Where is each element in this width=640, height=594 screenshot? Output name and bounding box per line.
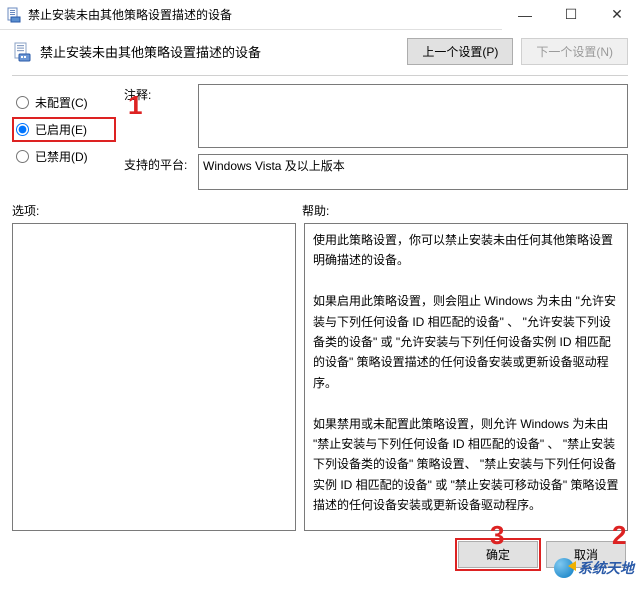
maximize-button[interactable]: ☐ <box>548 0 594 30</box>
comment-field[interactable] <box>198 84 628 148</box>
watermark-text: 系统天地 <box>578 558 634 578</box>
labels-row: 选项: 帮助: <box>0 198 640 223</box>
radio-enabled-input[interactable] <box>16 123 29 136</box>
platform-label: 支持的平台: <box>124 154 194 173</box>
window-title: 禁止安装未由其他策略设置描述的设备 <box>28 6 502 23</box>
radio-disabled-label: 已禁用(D) <box>35 148 88 165</box>
help-text: 使用此策略设置，你可以禁止安装未由任何其他策略设置明确描述的设备。 如果启用此策… <box>313 233 618 512</box>
ok-button[interactable]: 确定 <box>458 541 538 568</box>
options-label: 选项: <box>12 202 302 219</box>
radio-column: 未配置(C) 已启用(E) 已禁用(D) <box>12 84 116 190</box>
bottom-row: 确定 取消 应用(A) <box>0 531 640 568</box>
radio-disabled[interactable]: 已禁用(D) <box>12 144 116 169</box>
policy-icon <box>12 42 32 62</box>
platform-field[interactable] <box>198 154 628 190</box>
divider <box>12 75 628 76</box>
watermark-icon <box>554 558 574 578</box>
radio-not-configured[interactable]: 未配置(C) <box>12 90 116 115</box>
close-button[interactable]: ✕ <box>594 0 640 30</box>
fields-column: 注释: 支持的平台: <box>124 84 628 190</box>
comment-label: 注释: <box>124 84 194 103</box>
policy-title: 禁止安装未由其他策略设置描述的设备 <box>40 42 399 61</box>
help-label: 帮助: <box>302 202 329 219</box>
next-setting-button: 下一个设置(N) <box>521 38 628 65</box>
minimize-button[interactable]: — <box>502 0 548 30</box>
radio-disabled-input[interactable] <box>16 150 29 163</box>
radio-enabled[interactable]: 已启用(E) <box>12 117 116 142</box>
radio-not-configured-input[interactable] <box>16 96 29 109</box>
previous-setting-button[interactable]: 上一个设置(P) <box>407 38 513 65</box>
header-row: 禁止安装未由其他策略设置描述的设备 上一个设置(P) 下一个设置(N) <box>0 30 640 71</box>
config-area: 未配置(C) 已启用(E) 已禁用(D) 注释: 支持的平台: <box>0 84 640 198</box>
panes: 使用此策略设置，你可以禁止安装未由任何其他策略设置明确描述的设备。 如果启用此策… <box>0 223 640 531</box>
app-icon <box>6 7 22 23</box>
watermark: 系统天地 <box>554 558 634 578</box>
options-pane[interactable] <box>12 223 296 531</box>
radio-enabled-label: 已启用(E) <box>35 121 87 138</box>
titlebar: 禁止安装未由其他策略设置描述的设备 — ☐ ✕ <box>0 0 640 30</box>
help-pane[interactable]: 使用此策略设置，你可以禁止安装未由任何其他策略设置明确描述的设备。 如果启用此策… <box>304 223 628 531</box>
radio-not-configured-label: 未配置(C) <box>35 94 88 111</box>
